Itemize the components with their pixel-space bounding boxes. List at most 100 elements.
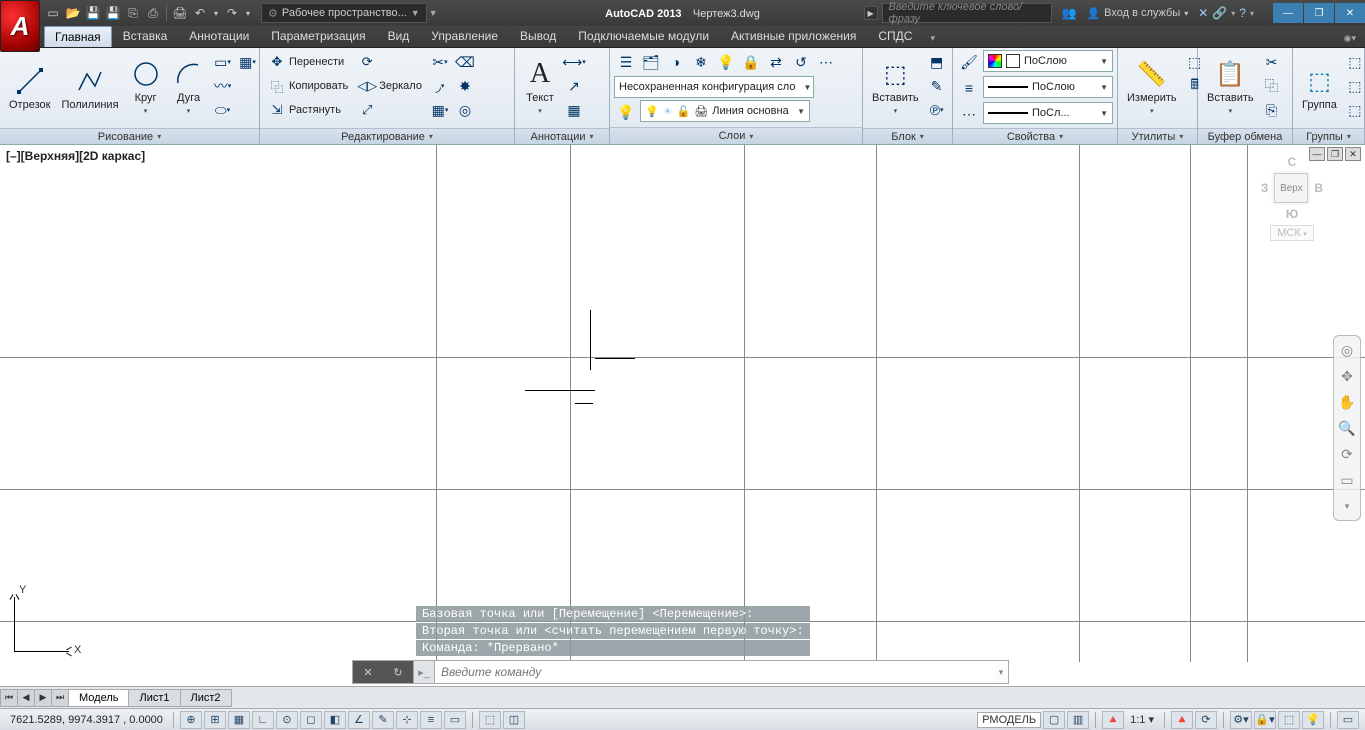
model-tab[interactable]: Модель	[68, 689, 129, 707]
insert-block-button[interactable]: ⬚ Вставить▾	[867, 50, 924, 126]
status-qp-icon[interactable]: ⬚	[479, 711, 501, 729]
tabs-dropdown-icon[interactable]: ▾	[927, 30, 938, 47]
tab-output[interactable]: Вывод	[509, 25, 567, 47]
group-bbox-icon[interactable]: ⬚	[1343, 98, 1365, 122]
nav-zoom-icon[interactable]: 🔍	[1337, 418, 1357, 438]
explode-icon[interactable]: ✸	[453, 74, 477, 98]
cli-handle[interactable]: ✕ ↻	[353, 661, 413, 683]
qat-undo-icon[interactable]: ↶	[191, 4, 209, 22]
dimension-icon[interactable]: ⟷▾	[562, 50, 586, 74]
workspace-switcher[interactable]: ⚙ Рабочее пространство... ▼	[261, 3, 427, 23]
view-cube[interactable]: С З Верх В Ю МСК ▾	[1237, 155, 1347, 295]
tab-annotate[interactable]: Аннотации	[178, 25, 260, 47]
panel-draw-title[interactable]: Рисование▾	[0, 128, 259, 144]
layer-bulb-icon[interactable]: 💡	[614, 100, 638, 124]
table-icon[interactable]: ▦	[562, 98, 586, 122]
tab-nav-last-icon[interactable]: ⏭	[51, 689, 69, 707]
status-sc-icon[interactable]: ◫	[503, 711, 525, 729]
ellipse-icon[interactable]: ⬭▾	[211, 98, 235, 122]
arc-button[interactable]: Дуга▾	[168, 50, 210, 126]
sign-in[interactable]: 👤 Вход в службы ▾	[1086, 7, 1188, 20]
polyline-button[interactable]: Полилиния	[56, 50, 123, 126]
ucs-icon[interactable]: X Y	[14, 592, 74, 652]
measure-button[interactable]: 📏 Измерить▾	[1122, 50, 1182, 126]
layer-combo[interactable]: 💡☀🔓🖨 Линия основна▼	[640, 100, 810, 122]
status-tpy-icon[interactable]: ▭	[444, 711, 466, 729]
help-icon[interactable]: ?	[1239, 6, 1246, 20]
qat-saveas-icon[interactable]: 💾	[104, 4, 122, 22]
status-layout-icon[interactable]: ▢	[1043, 711, 1065, 729]
copy-button[interactable]: ⿻Копировать	[264, 74, 353, 98]
viewcube-east[interactable]: В	[1314, 181, 1323, 195]
color-combo[interactable]: ПоСлою▼	[983, 50, 1113, 72]
status-ws-icon[interactable]: ⚙▾	[1230, 711, 1252, 729]
panel-groups-title[interactable]: Группы▾	[1293, 128, 1364, 144]
viewcube-wcs[interactable]: МСК ▾	[1270, 225, 1314, 241]
command-input[interactable]	[435, 661, 994, 683]
status-space[interactable]: РМОДЕЛЬ	[977, 712, 1041, 728]
qat-print-icon[interactable]: 🖨	[171, 4, 189, 22]
viewport-label[interactable]: [–][Верхняя][2D каркас]	[6, 149, 145, 163]
layer-off-icon[interactable]: 💡	[714, 50, 738, 74]
search-icon[interactable]: 👥	[1062, 6, 1077, 20]
status-scale-value[interactable]: 1:1 ▾	[1126, 713, 1158, 726]
layer-prev-icon[interactable]: ↺	[789, 50, 813, 74]
app-menu-logo[interactable]: A	[0, 0, 40, 52]
erase-icon[interactable]: ⌫	[453, 50, 477, 74]
panel-props-title[interactable]: Свойства▾	[953, 128, 1117, 144]
nav-full-icon[interactable]: ◎	[1337, 340, 1357, 360]
status-annoauto-icon[interactable]: ⟳	[1195, 711, 1217, 729]
group-button[interactable]: ⬚ Группа	[1297, 50, 1342, 126]
layer-match-icon[interactable]: ⇄	[764, 50, 788, 74]
edit-block-icon[interactable]: ✎	[925, 74, 949, 98]
status-snap-icon[interactable]: ⊞	[204, 711, 226, 729]
infocenter-play-icon[interactable]: ▶	[864, 6, 878, 20]
cli-close-icon[interactable]: ✕	[363, 666, 372, 679]
tab-parametric[interactable]: Параметризация	[260, 25, 376, 47]
tab-plugins[interactable]: Подключаемые модули	[567, 25, 720, 47]
viewcube-south[interactable]: Ю	[1286, 207, 1298, 221]
rotate-button[interactable]: ⟳	[354, 50, 427, 74]
tab-view[interactable]: Вид	[377, 25, 421, 47]
status-clean-icon[interactable]: ▭	[1337, 711, 1359, 729]
qat-new-icon[interactable]: ▭	[44, 4, 62, 22]
status-annovis-icon[interactable]: 🔺	[1171, 711, 1193, 729]
status-ducs-icon[interactable]: ✎	[372, 711, 394, 729]
layer-lock-icon[interactable]: 🔒	[739, 50, 763, 74]
viewcube-top-face[interactable]: Верх	[1274, 173, 1308, 203]
status-infer-icon[interactable]: ⊕	[180, 711, 202, 729]
panel-layers-title[interactable]: Слои▾	[610, 127, 862, 144]
status-osnap-icon[interactable]: ◻	[300, 711, 322, 729]
infocenter-search[interactable]: Введите ключевое слово/фразу	[882, 3, 1052, 23]
copy-clip-icon[interactable]: ⿻	[1260, 74, 1284, 98]
nav-pan-icon[interactable]: ✋	[1337, 392, 1357, 412]
status-polar-icon[interactable]: ⊙	[276, 711, 298, 729]
tab-insert[interactable]: Вставка	[112, 25, 179, 47]
drawing-area[interactable]: [–][Верхняя][2D каркас] — ❐ ✕ X Y С З Ве…	[0, 145, 1365, 708]
tab-spds[interactable]: СПДС	[867, 25, 923, 47]
cli-dropdown-icon[interactable]: ▾	[994, 667, 1008, 678]
status-annoscale-icon[interactable]: 🔺	[1102, 711, 1124, 729]
nav-more-icon[interactable]: ▾	[1337, 496, 1357, 516]
stayconnected-icon[interactable]: 🔗	[1212, 6, 1227, 20]
qat-plot-icon[interactable]: ⎙	[144, 4, 162, 22]
lineweight-icon[interactable]: ≡	[957, 76, 981, 100]
layer-states-icon[interactable]: 🗂	[639, 50, 663, 74]
mdi-close-icon[interactable]: ✕	[1345, 147, 1361, 161]
panel-annot-title[interactable]: Аннотации▾	[515, 128, 609, 144]
panel-block-title[interactable]: Блок▾	[863, 128, 952, 144]
fillet-icon[interactable]: ◞▾	[428, 74, 452, 98]
layer-iso-icon[interactable]: ◑	[664, 50, 688, 74]
coords-readout[interactable]: 7621.5289, 9974.3917 , 0.0000	[6, 714, 167, 726]
spline-icon[interactable]: 〰▾	[211, 74, 235, 98]
offset-icon[interactable]: ◎	[453, 98, 477, 122]
nav-show-icon[interactable]: ▭	[1337, 470, 1357, 490]
layout1-tab[interactable]: Лист1	[128, 689, 180, 707]
window-minimize-icon[interactable]: —	[1273, 3, 1303, 23]
status-lwt-icon[interactable]: ≡	[420, 711, 442, 729]
text-button[interactable]: A Текст▾	[519, 50, 561, 126]
status-isolate-icon[interactable]: 💡	[1302, 711, 1324, 729]
panel-modify-title[interactable]: Редактирование▾	[260, 128, 514, 144]
tab-online[interactable]: Активные приложения	[720, 25, 867, 47]
status-dyn-icon[interactable]: ⊹	[396, 711, 418, 729]
